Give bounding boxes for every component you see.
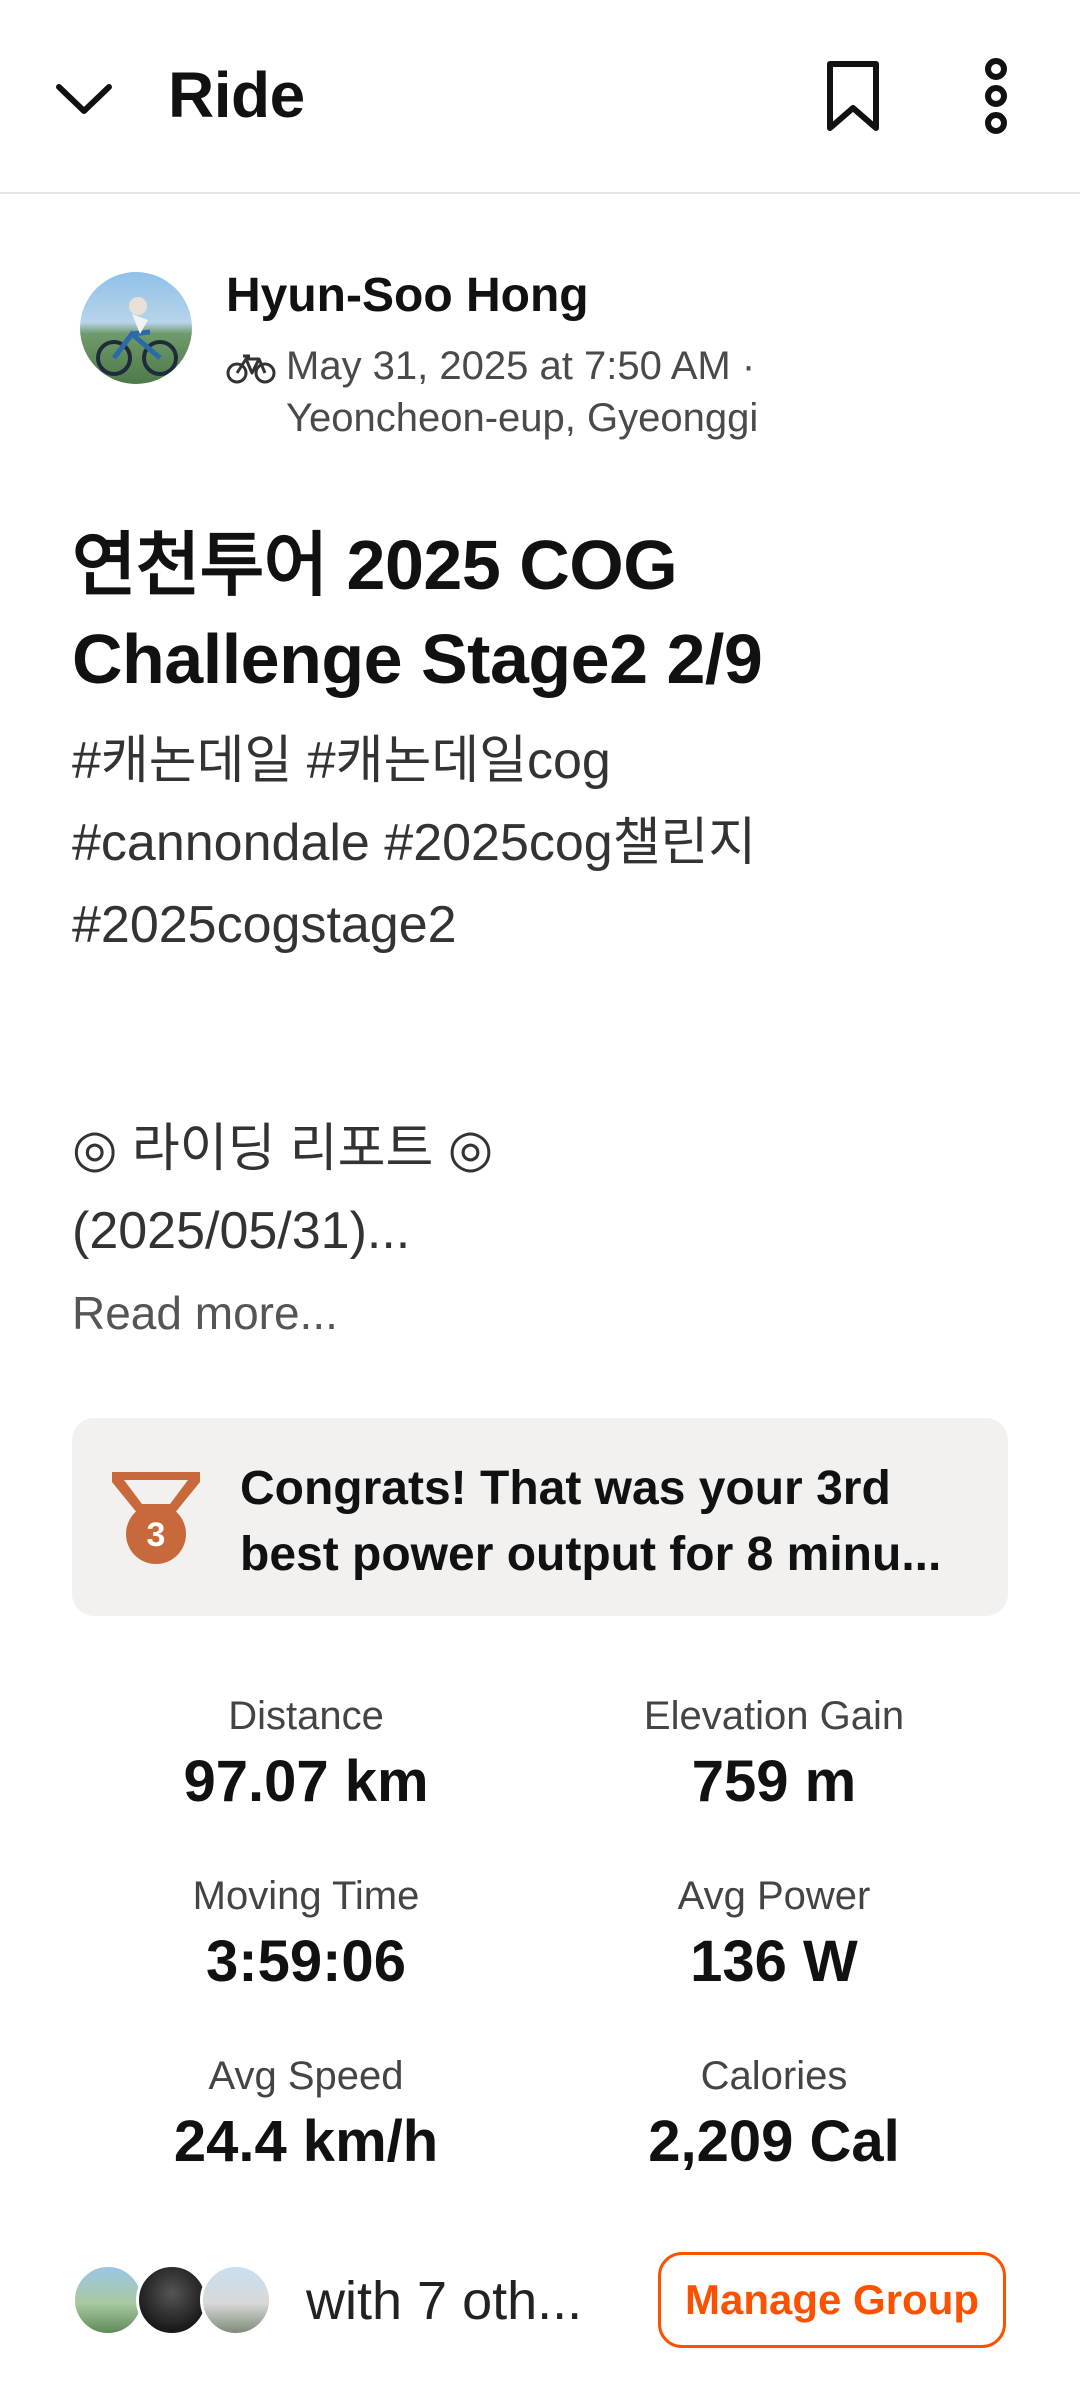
achievement-text: Congrats! That was your 3rd best power o… [240,1462,942,1581]
stat-label: Moving Time [192,1874,420,1918]
medal-rank: 3 [147,1516,166,1554]
stat-label: Avg Power [677,1874,871,1918]
stat-value: 97.07 km [183,1749,429,1814]
manage-group-button[interactable]: Manage Group [658,2252,1006,2348]
stat-label: Elevation Gain [643,1694,905,1738]
stat-distance: Distance 97.07 km [66,1694,546,1815]
read-more-link[interactable]: Read more... [72,1286,338,1340]
activity-location: Yeoncheon-eup, Gyeonggi [286,396,759,440]
stat-value: 2,209 Cal [648,2109,900,2174]
activity-title: 연천투어 2025 COG Challenge Stage2 2/9 [72,526,763,698]
group-avatars[interactable] [72,2264,272,2336]
stat-avg-power: Avg Power 136 W [534,1874,1014,1995]
chevron-down-icon[interactable] [52,70,116,126]
stat-label: Avg Speed [208,2054,404,2098]
stat-value: 3:59:06 [206,1929,406,1994]
activity-description: ◎ 라이딩 리포트 ◎ (2025/05/31)... [72,1120,494,1260]
stat-value: 136 W [690,1929,858,1994]
achievement-card[interactable]: 3 Congrats! That was your 3rd best power… [72,1418,1008,1616]
medal-icon: 3 [108,1468,204,1568]
group-summary[interactable]: with 7 oth... [306,2270,582,2332]
stat-value: 24.4 km/h [173,2109,439,2174]
avatar [136,2264,208,2336]
activity-meta: May 31, 2025 at 7:50 AM · [226,344,755,389]
athlete-avatar[interactable] [80,272,192,384]
stat-label: Distance [228,1694,384,1738]
stat-calories: Calories 2,209 Cal [534,2054,1014,2175]
more-vertical-icon[interactable] [966,56,1026,136]
activity-hashtags: #캐논데일 #캐논데일cog #cannondale #2025cog챌린지 #… [72,732,757,954]
avatar [200,2264,272,2336]
stat-elevation-gain: Elevation Gain 759 m [534,1694,1014,1815]
stat-avg-speed: Avg Speed 24.4 km/h [66,2054,546,2175]
bookmark-icon[interactable] [818,56,888,136]
stat-value: 759 m [691,1749,857,1814]
stat-label: Calories [700,2054,848,2098]
bike-icon [226,350,276,384]
stat-moving-time: Moving Time 3:59:06 [66,1874,546,1995]
page-title: Ride [168,59,305,131]
top-bar: Ride [0,0,1080,194]
avatar [72,2264,144,2336]
athlete-name[interactable]: Hyun-Soo Hong [226,268,589,323]
activity-date: May 31, 2025 at 7:50 AM · [286,344,756,388]
